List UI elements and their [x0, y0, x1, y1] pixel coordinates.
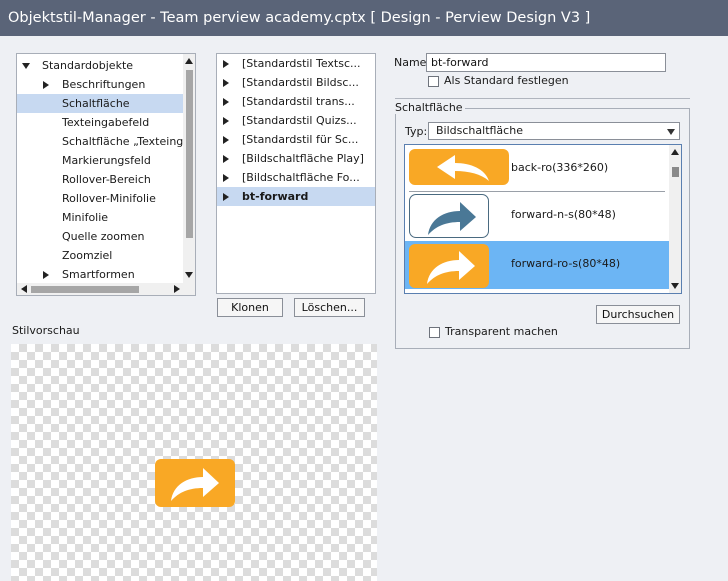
tree-item-label: Markierungsfeld — [62, 154, 151, 167]
image-item-name: back-ro(336*260) — [511, 161, 609, 174]
image-scroll-thumb[interactable] — [672, 167, 679, 177]
style-item-label: [Standardstil Textsc... — [242, 57, 361, 70]
transparent-checkbox-label: Transparent machen — [445, 325, 558, 338]
tree-item-label: Minifolie — [62, 211, 109, 224]
style-item-label: [Standardstil für Sc... — [242, 133, 359, 146]
scroll-down-icon[interactable] — [671, 283, 679, 289]
name-label: Name — [394, 56, 427, 69]
tree-item[interactable]: Minifolie — [17, 208, 183, 227]
scroll-down-icon[interactable] — [185, 272, 193, 278]
image-item-forward-n-s[interactable]: forward-n-s(80*48) — [405, 192, 669, 240]
expand-right-icon[interactable] — [223, 98, 229, 106]
style-item[interactable]: bt-forward — [217, 187, 375, 206]
forward-arrow-icon — [171, 468, 219, 501]
image-item-forward-ro-s[interactable]: forward-ro-s(80*48) — [405, 241, 669, 289]
forward-arrow-icon — [427, 251, 475, 284]
tree-scroll-thumb[interactable] — [186, 70, 193, 238]
tree-item[interactable]: Markierungsfeld — [17, 151, 183, 170]
tree-item[interactable]: Rollover-Bereich — [17, 170, 183, 189]
object-tree-panel: Standardobjekte Beschriftungen Schaltfläch… — [16, 53, 196, 296]
expand-right-icon[interactable] — [223, 79, 229, 87]
transparent-checkbox[interactable] — [429, 327, 440, 338]
type-label: Typ: — [405, 125, 428, 138]
scroll-up-icon[interactable] — [185, 58, 193, 64]
expand-right-icon[interactable] — [223, 174, 229, 182]
expand-right-icon[interactable] — [223, 117, 229, 125]
divider — [395, 98, 690, 99]
expand-right-icon[interactable] — [223, 193, 229, 201]
group-label: Schaltfläche — [393, 101, 465, 114]
browse-button[interactable]: Durchsuchen — [596, 305, 680, 324]
style-item[interactable]: [Standardstil Textsc... — [217, 54, 375, 73]
expand-down-icon[interactable] — [22, 63, 30, 69]
style-list-panel: [Standardstil Textsc... [Standardstil Bil… — [216, 53, 376, 294]
scroll-up-icon[interactable] — [671, 149, 679, 155]
tree-item[interactable]: Schaltfläche — [17, 94, 183, 113]
tree-item-label: Texteingabefeld — [62, 116, 150, 129]
clone-button[interactable]: Klonen — [217, 298, 283, 317]
image-list: back-ro(336*260) forward-n-s(80*48) forw… — [404, 144, 682, 294]
tree-item-label: Schaltfläche — [62, 97, 130, 110]
style-item-label: [Standardstil Quizs... — [242, 114, 357, 127]
type-select-value: Bildschaltfläche — [436, 124, 523, 137]
tree-item-label: Smartformen — [62, 268, 135, 281]
back-arrow-icon — [437, 155, 489, 181]
expand-right-icon[interactable] — [43, 271, 49, 279]
tree-item-label: Rollover-Bereich — [62, 173, 151, 186]
style-item[interactable]: [Bildschaltfläche Fo... — [217, 168, 375, 187]
default-checkbox-label: Als Standard festlegen — [444, 74, 569, 87]
image-thumb-forward-ro — [409, 244, 489, 288]
tree-hscroll-thumb[interactable] — [31, 286, 139, 293]
tree-item[interactable]: Zoomziel — [17, 246, 183, 265]
tree-horizontal-scrollbar[interactable] — [17, 283, 195, 295]
image-list-scrollbar[interactable] — [669, 145, 681, 293]
tree-item[interactable]: Standardobjekte — [17, 56, 183, 75]
tree-item[interactable]: Quelle zoomen — [17, 227, 183, 246]
style-item[interactable]: [Standardstil Bildsc... — [217, 73, 375, 92]
tree-vertical-scrollbar[interactable] — [183, 54, 195, 283]
forward-arrow-icon — [428, 202, 476, 235]
tree-item-label: Quelle zoomen — [62, 230, 145, 243]
image-item-name: forward-ro-s(80*48) — [511, 257, 621, 270]
expand-right-icon[interactable] — [223, 136, 229, 144]
tree-item-label: Zoomziel — [62, 249, 113, 262]
image-thumb-back — [409, 149, 509, 185]
style-item-label: bt-forward — [242, 190, 309, 203]
image-item-name: forward-n-s(80*48) — [511, 208, 616, 221]
tree-item-label: Beschriftungen — [62, 78, 146, 91]
style-item-label: [Standardstil Bildsc... — [242, 76, 359, 89]
window-title: Objektstil-Manager - Team perview academ… — [0, 0, 728, 36]
tree-item-label: Schaltfläche „Texteingab — [62, 135, 196, 148]
image-thumb-forward-n — [409, 194, 489, 238]
style-item-label: [Bildschaltfläche Fo... — [242, 171, 360, 184]
tree-item[interactable]: Beschriftungen — [17, 75, 183, 94]
tree-item[interactable]: Schaltfläche „Texteingab — [17, 132, 195, 151]
expand-right-icon[interactable] — [43, 81, 49, 89]
style-item[interactable]: [Standardstil für Sc... — [217, 130, 375, 149]
style-item-label: [Bildschaltfläche Play] — [242, 152, 364, 165]
name-input[interactable] — [426, 53, 666, 72]
type-select[interactable]: Bildschaltfläche — [428, 122, 680, 140]
tree-item[interactable]: Texteingabefeld — [17, 113, 183, 132]
style-item[interactable]: [Standardstil Quizs... — [217, 111, 375, 130]
tree-item-label: Standardobjekte — [42, 59, 134, 72]
image-item-back-ro[interactable]: back-ro(336*260) — [405, 145, 669, 193]
tree-item[interactable]: Smartformen — [17, 265, 183, 284]
expand-right-icon[interactable] — [223, 155, 229, 163]
preview-label: Stilvorschau — [12, 324, 80, 337]
style-item[interactable]: [Standardstil trans... — [217, 92, 375, 111]
delete-button[interactable]: Löschen... — [294, 298, 365, 317]
style-item[interactable]: [Bildschaltfläche Play] — [217, 149, 375, 168]
style-item-label: [Standardstil trans... — [242, 95, 355, 108]
style-preview-area — [11, 344, 377, 581]
chevron-down-icon — [667, 129, 675, 135]
tree-item[interactable]: Rollover-Minifolie — [17, 189, 183, 208]
default-checkbox[interactable] — [428, 76, 439, 87]
scroll-right-icon[interactable] — [174, 285, 180, 293]
expand-right-icon[interactable] — [223, 60, 229, 68]
preview-button-image — [155, 459, 235, 507]
tree-item-label: Rollover-Minifolie — [62, 192, 156, 205]
scroll-left-icon[interactable] — [21, 285, 27, 293]
